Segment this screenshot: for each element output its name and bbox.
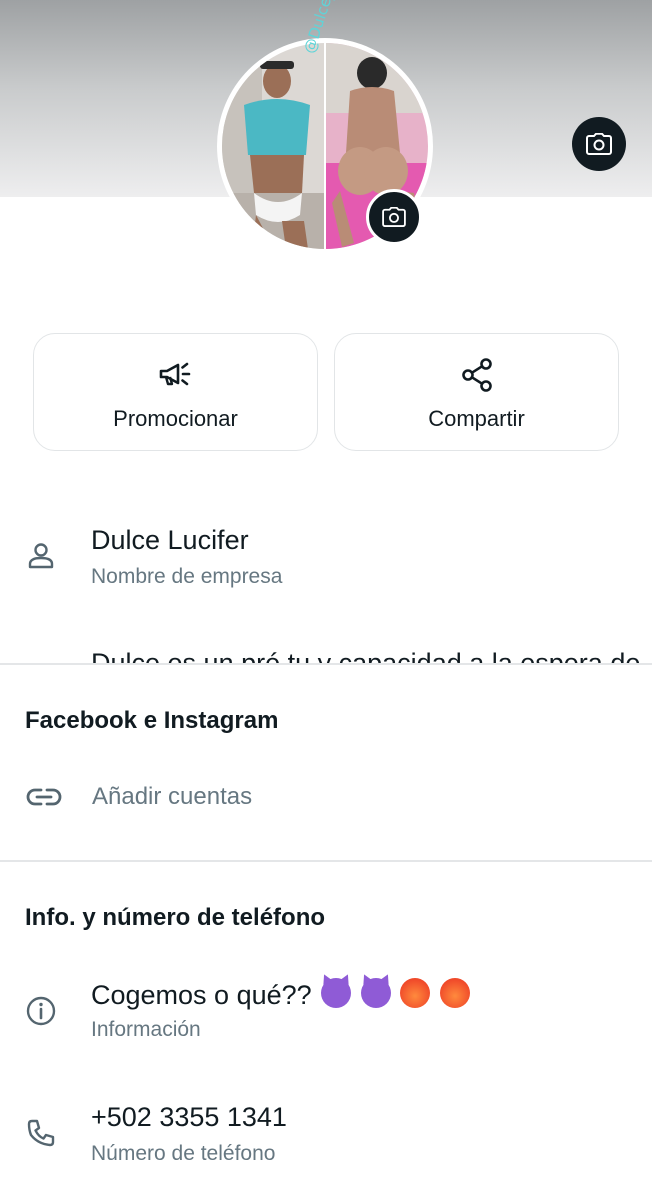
about-text: Cogemos o qué?? bbox=[91, 978, 470, 1011]
share-button[interactable]: Compartir bbox=[334, 333, 619, 451]
phone-caption: Número de teléfono bbox=[91, 1142, 276, 1165]
info-section-title: Info. y número de teléfono bbox=[25, 904, 326, 931]
phone-row[interactable]: +502 3355 1341 Número de teléfono bbox=[0, 1100, 652, 1170]
promote-button-label: Promocionar bbox=[113, 406, 238, 431]
smiling-devil-emoji bbox=[360, 978, 391, 1008]
camera-icon bbox=[586, 133, 612, 155]
facebook-instagram-title: Facebook e Instagram bbox=[25, 707, 279, 734]
info-icon bbox=[26, 996, 56, 1026]
about-text-value: Cogemos o qué?? bbox=[91, 980, 312, 1010]
hot-face-emoji bbox=[400, 978, 431, 1008]
business-name-row[interactable]: Dulce Lucifer Nombre de empresa bbox=[0, 520, 652, 600]
business-name: Dulce Lucifer bbox=[91, 525, 249, 555]
avatar-camera-button[interactable] bbox=[366, 189, 422, 245]
business-name-caption: Nombre de empresa bbox=[91, 565, 283, 588]
hot-face-emoji bbox=[439, 978, 470, 1008]
megaphone-icon bbox=[159, 362, 190, 386]
promote-button[interactable]: Promocionar bbox=[33, 333, 318, 451]
person-icon bbox=[28, 543, 54, 569]
share-button-label: Compartir bbox=[428, 406, 525, 431]
add-accounts-link[interactable]: Añadir cuentas bbox=[92, 783, 252, 811]
add-accounts-row[interactable]: Añadir cuentas bbox=[0, 775, 652, 825]
about-row[interactable]: Cogemos o qué?? Información bbox=[0, 978, 652, 1048]
phone-icon bbox=[27, 1119, 55, 1147]
divider bbox=[0, 860, 652, 862]
share-icon bbox=[461, 358, 492, 392]
smiling-devil-emoji bbox=[321, 978, 352, 1008]
phone-number[interactable]: +502 3355 1341 bbox=[91, 1102, 287, 1133]
camera-icon bbox=[382, 207, 406, 227]
cover-camera-button[interactable] bbox=[572, 117, 626, 171]
business-description-text: Dulce es un pré tu y capacidad a la espe… bbox=[91, 648, 641, 664]
link-icon bbox=[26, 788, 62, 806]
about-caption: Información bbox=[91, 1018, 201, 1041]
divider bbox=[0, 663, 652, 665]
business-description-clipped: Dulce es un pré tu y capacidad a la espe… bbox=[0, 640, 652, 664]
